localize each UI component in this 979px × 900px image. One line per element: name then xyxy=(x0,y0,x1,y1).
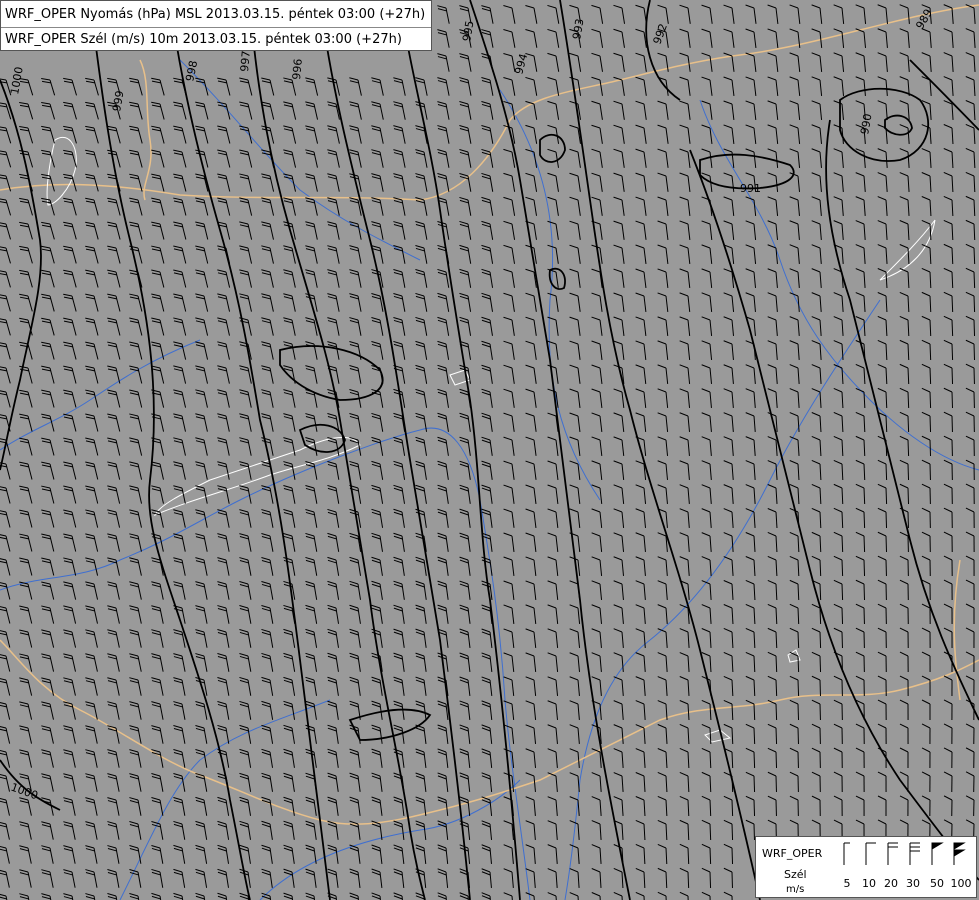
wind-legend: WRF_OPER Szél m/s 5 10 20 30 50 100 xyxy=(755,836,977,898)
weather-map: 1000 999 998 997 996 995 994 993 992 991… xyxy=(0,0,979,900)
legend-speed: 30 xyxy=(906,877,920,890)
wind-barb-50-icon xyxy=(931,842,944,865)
legend-speed: 50 xyxy=(930,877,944,890)
map-canvas: 1000 999 998 997 996 995 994 993 992 991… xyxy=(0,0,979,900)
legend-label: Szél xyxy=(784,868,807,881)
legend-speed: 100 xyxy=(950,877,972,890)
wind-barb-30-icon xyxy=(909,842,920,865)
map-title-box: WRF_OPER Nyomás (hPa) MSL 2013.03.15. pé… xyxy=(0,0,432,51)
wind-barb-100-icon xyxy=(953,842,966,865)
isobar-label: 991 xyxy=(740,182,761,195)
wind-barb-10-icon xyxy=(865,842,876,865)
pressure-title: WRF_OPER Nyomás (hPa) MSL 2013.03.15. pé… xyxy=(5,7,426,22)
legend-speed: 5 xyxy=(843,877,851,890)
wind-barb-5-icon xyxy=(843,842,850,865)
legend-unit: m/s xyxy=(786,884,805,895)
legend-speed: 10 xyxy=(862,877,876,890)
isobar-label: 997 xyxy=(238,50,253,72)
isobar-label: 996 xyxy=(290,58,305,80)
wind-title: WRF_OPER Szél (m/s) 10m 2013.03.15. pént… xyxy=(5,32,402,47)
legend-model: WRF_OPER xyxy=(762,847,823,860)
legend-speed: 20 xyxy=(884,877,898,890)
map-background xyxy=(0,0,979,900)
title-divider xyxy=(1,27,431,28)
wind-barb-20-icon xyxy=(887,842,898,865)
